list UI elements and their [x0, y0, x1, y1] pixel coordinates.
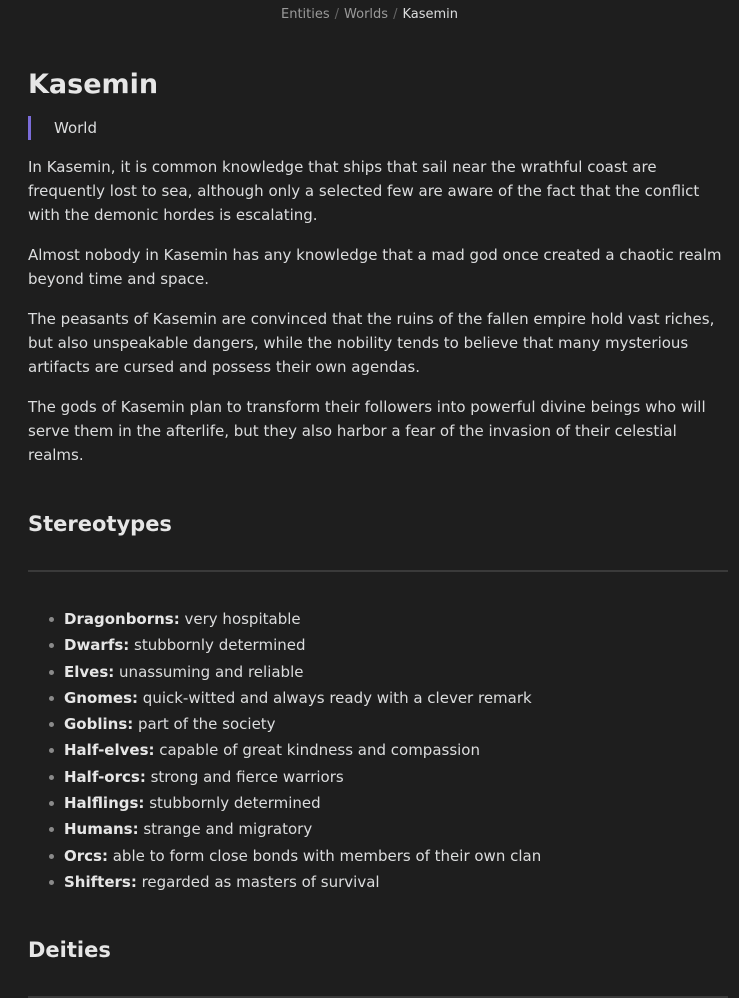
stereotype-item: Shifters: regarded as masters of surviva…	[49, 869, 728, 895]
description-paragraph: Almost nobody in Kasemin has any knowled…	[28, 246, 722, 288]
stereotype-description: part of the society	[133, 715, 276, 734]
description-paragraph: The peasants of Kasemin are convinced th…	[28, 310, 715, 376]
page-title: Kasemin	[28, 69, 159, 100]
stereotype-item: Gnomes: quick-witted and always ready wi…	[49, 685, 728, 711]
breadcrumb-separator: /	[393, 7, 398, 22]
stereotype-description: very hospitable	[179, 610, 301, 628]
stereotype-race: Humans:	[64, 820, 139, 839]
entity-type-label: World	[28, 116, 728, 140]
stereotype-item: Goblins: part of the society	[49, 711, 728, 737]
stereotype-item: Orcs: able to form close bonds with memb…	[49, 843, 728, 869]
stereotype-description: capable of great kindness and compassion	[154, 741, 480, 760]
main-content: Kasemin World In Kasemin, it is common k…	[28, 66, 728, 998]
stereotype-race: Dragonborns:	[64, 610, 180, 628]
stereotype-race: Gnomes:	[64, 688, 139, 707]
stereotype-item: Dragonborns: very hospitable	[49, 606, 728, 632]
stereotype-description: strong and fierce warriors	[145, 767, 344, 786]
description-paragraph: In Kasemin, it is common knowledge that …	[28, 158, 700, 224]
stereotype-description: stubbornly determined	[144, 794, 321, 813]
breadcrumb-link-entities[interactable]: Entities	[281, 7, 330, 22]
stereotype-description: regarded as masters of survival	[136, 872, 380, 891]
stereotype-item: Humans: strange and migratory	[49, 816, 728, 842]
stereotype-race: Elves:	[64, 662, 115, 681]
stereotype-item: Half-orcs: strong and fierce warriors	[49, 764, 728, 790]
stereotypes-list: Dragonborns: very hospitable Dwarfs: stu…	[28, 606, 728, 895]
stereotype-description: strange and migratory	[138, 820, 313, 839]
breadcrumb-current: Kasemin	[402, 7, 459, 22]
breadcrumb: Entities / Worlds / Kasemin	[0, 6, 739, 24]
stereotype-race: Half-elves:	[64, 741, 155, 760]
breadcrumb-separator: /	[334, 7, 340, 22]
section-heading-deities: Deities	[28, 938, 111, 963]
stereotype-item: Halflings: stubbornly determined	[49, 790, 728, 816]
stereotype-description: quick-witted and always ready with a cle…	[138, 688, 532, 707]
breadcrumb-link-worlds[interactable]: Worlds	[344, 7, 388, 22]
stereotype-race: Half-orcs:	[64, 767, 146, 786]
section-heading-stereotypes: Stereotypes	[28, 512, 172, 536]
stereotype-item: Half-elves: capable of great kindness an…	[49, 737, 728, 763]
stereotype-race: Orcs:	[64, 846, 108, 865]
stereotype-race: Halflings:	[64, 794, 145, 813]
stereotype-item: Dwarfs: stubbornly determined	[49, 632, 728, 658]
stereotype-race: Dwarfs:	[64, 636, 130, 655]
stereotype-description: stubbornly determined	[129, 636, 306, 655]
stereotype-race: Shifters:	[64, 872, 137, 891]
stereotype-item: Elves: unassuming and reliable	[49, 659, 728, 685]
stereotype-description: unassuming and reliable	[114, 662, 304, 681]
stereotype-race: Goblins:	[64, 715, 134, 734]
section-divider	[28, 570, 728, 572]
stereotype-description: able to form close bonds with members of…	[107, 846, 542, 865]
description-paragraph: The gods of Kasemin plan to transform th…	[28, 398, 706, 464]
